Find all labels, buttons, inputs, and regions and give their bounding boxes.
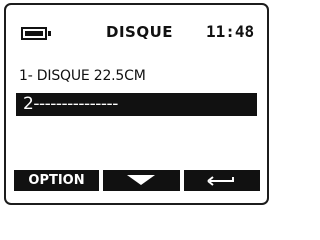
battery-tip	[48, 31, 51, 36]
battery-level-fill	[25, 31, 43, 36]
back-arrow-icon	[207, 176, 234, 186]
screen-title: DISQUE	[106, 23, 174, 41]
list-item-1[interactable]: 1- DISQUE 22.5CM	[19, 68, 146, 84]
device-screen: DISQUE 11:48 1- DISQUE 22.5CM 2---------…	[4, 3, 269, 205]
list-item-2-selected[interactable]: 2---------------	[16, 93, 257, 116]
battery-icon	[21, 27, 51, 40]
clock: 11:48	[206, 22, 255, 41]
softkey-bar: OPTION	[14, 170, 260, 191]
status-bar: DISQUE 11:48	[6, 5, 267, 47]
triangle-down-icon	[127, 175, 155, 185]
back-button[interactable]	[184, 170, 260, 191]
down-button[interactable]	[103, 170, 180, 191]
option-button[interactable]: OPTION	[14, 170, 99, 191]
list-item-2-label: 2---------------	[23, 94, 118, 114]
